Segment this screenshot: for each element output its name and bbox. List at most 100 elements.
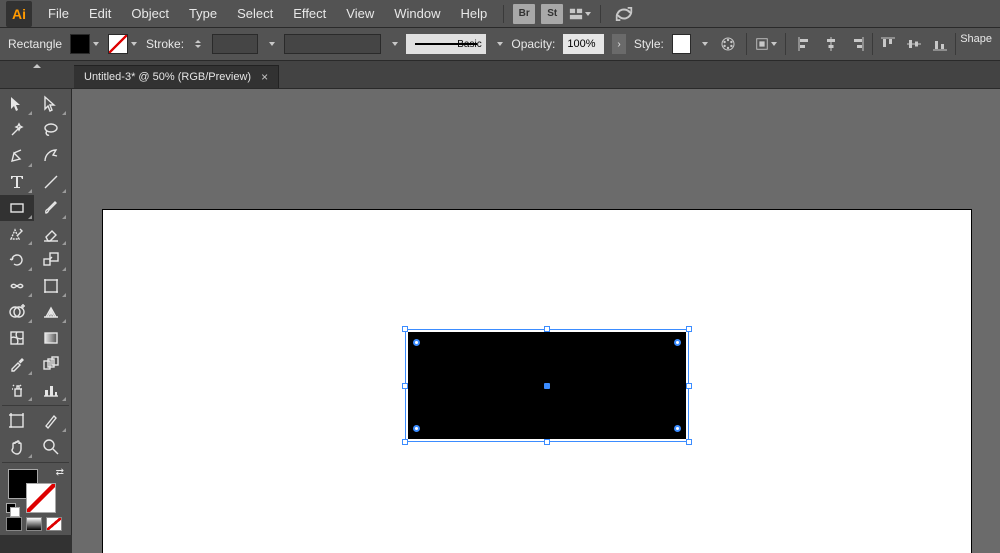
menu-file[interactable]: File xyxy=(38,0,79,28)
align-left-button[interactable] xyxy=(794,33,816,55)
resize-handle-w[interactable] xyxy=(402,383,408,389)
align-bottom-button[interactable] xyxy=(929,33,951,55)
menu-object[interactable]: Object xyxy=(121,0,179,28)
scale-tool[interactable] xyxy=(34,247,68,273)
selected-rectangle-object[interactable] xyxy=(405,329,689,442)
recolor-artwork-button[interactable] xyxy=(717,33,738,55)
divider xyxy=(2,462,69,463)
stroke-swatch[interactable] xyxy=(108,34,128,54)
corner-widget-nw[interactable] xyxy=(413,339,420,346)
rectangle-tool[interactable] xyxy=(0,195,34,221)
menu-select[interactable]: Select xyxy=(227,0,283,28)
opacity-dropdown[interactable]: › xyxy=(612,34,626,54)
brush-definition[interactable]: Basic xyxy=(406,34,485,54)
align-top-button[interactable] xyxy=(877,33,899,55)
default-fill-stroke-icon[interactable] xyxy=(6,503,18,515)
graphic-style-swatch[interactable] xyxy=(672,34,691,54)
perspective-grid-tool[interactable] xyxy=(34,299,68,325)
eraser-tool[interactable] xyxy=(34,221,68,247)
sync-settings-icon[interactable] xyxy=(613,4,635,24)
rotate-tool[interactable] xyxy=(0,247,34,273)
menu-window[interactable]: Window xyxy=(384,0,450,28)
resize-handle-s[interactable] xyxy=(544,439,550,445)
direct-selection-tool[interactable] xyxy=(34,91,68,117)
resize-handle-se[interactable] xyxy=(686,439,692,445)
selection-tool[interactable] xyxy=(0,91,34,117)
menu-edit[interactable]: Edit xyxy=(79,0,121,28)
corner-widget-se[interactable] xyxy=(674,425,681,432)
eyedropper-tool[interactable] xyxy=(0,351,34,377)
align-center-h-button[interactable] xyxy=(820,33,842,55)
gradient-tool[interactable] xyxy=(34,325,68,351)
fill-swatch[interactable] xyxy=(70,34,90,54)
menu-view[interactable]: View xyxy=(336,0,384,28)
align-right-button[interactable] xyxy=(846,33,868,55)
curvature-tool[interactable] xyxy=(34,143,68,169)
tools-panel: ⇄ xyxy=(0,89,72,535)
stroke-weight-input[interactable] xyxy=(212,34,259,54)
menu-type[interactable]: Type xyxy=(179,0,227,28)
mesh-tool[interactable] xyxy=(0,325,34,351)
adobe-stock-button[interactable]: St xyxy=(541,4,563,24)
resize-handle-nw[interactable] xyxy=(402,326,408,332)
brush-dropdown[interactable] xyxy=(494,34,504,54)
variable-width-profile[interactable] xyxy=(284,34,381,54)
stroke-weight-stepper[interactable] xyxy=(192,34,204,54)
symbol-sprayer-tool[interactable] xyxy=(0,377,34,403)
shaper-tool[interactable] xyxy=(0,221,34,247)
opacity-input[interactable]: 100% xyxy=(563,34,604,54)
swap-fill-stroke-icon[interactable]: ⇄ xyxy=(56,467,64,478)
free-transform-tool[interactable] xyxy=(34,273,68,299)
arrange-documents-button[interactable] xyxy=(569,4,591,24)
artboard-tool[interactable] xyxy=(0,408,34,434)
zoom-tool[interactable] xyxy=(34,434,68,460)
blend-tool[interactable] xyxy=(34,351,68,377)
resize-handle-e[interactable] xyxy=(686,383,692,389)
color-mode-gradient[interactable] xyxy=(26,517,42,531)
document-tab[interactable]: Untitled-3* @ 50% (RGB/Preview) × xyxy=(74,65,279,88)
shape-properties-label[interactable]: Shape xyxy=(960,33,992,55)
menu-effect[interactable]: Effect xyxy=(283,0,336,28)
canvas-pane[interactable] xyxy=(72,89,1000,553)
chevron-down-icon xyxy=(392,42,398,46)
align-buttons-group: Shape xyxy=(794,33,992,55)
resize-handle-n[interactable] xyxy=(544,326,550,332)
magic-wand-tool[interactable] xyxy=(0,117,34,143)
color-mode-solid[interactable] xyxy=(6,517,22,531)
chevron-down-icon xyxy=(269,42,275,46)
color-mode-none[interactable] xyxy=(46,517,62,531)
fill-dropdown[interactable] xyxy=(90,34,100,54)
style-dropdown[interactable] xyxy=(699,34,709,54)
control-bar: Rectangle Stroke: Basic Opacity: 100% › … xyxy=(0,28,1000,61)
resize-handle-sw[interactable] xyxy=(402,439,408,445)
variable-width-dropdown[interactable] xyxy=(389,34,399,54)
menu-help[interactable]: Help xyxy=(450,0,497,28)
resize-handle-ne[interactable] xyxy=(686,326,692,332)
type-tool[interactable] xyxy=(0,169,34,195)
bridge-button[interactable]: Br xyxy=(513,4,535,24)
column-graph-tool[interactable] xyxy=(34,377,68,403)
line-segment-tool[interactable] xyxy=(34,169,68,195)
hand-tool[interactable] xyxy=(0,434,34,460)
divider xyxy=(872,33,873,55)
paintbrush-tool[interactable] xyxy=(34,195,68,221)
lasso-tool[interactable] xyxy=(34,117,68,143)
align-center-v-button[interactable] xyxy=(903,33,925,55)
center-point[interactable] xyxy=(544,383,550,389)
stroke-dropdown[interactable] xyxy=(128,34,138,54)
stroke-color-box[interactable] xyxy=(26,483,56,513)
corner-widget-ne[interactable] xyxy=(674,339,681,346)
align-to-button[interactable] xyxy=(755,33,777,55)
app-logo: Ai xyxy=(6,1,32,27)
divider xyxy=(785,33,786,55)
shape-builder-tool[interactable] xyxy=(0,299,34,325)
fill-stroke-indicator[interactable]: ⇄ xyxy=(8,469,58,513)
pen-tool[interactable] xyxy=(0,143,34,169)
slice-tool[interactable] xyxy=(34,408,68,434)
corner-widget-sw[interactable] xyxy=(413,425,420,432)
stroke-weight-dropdown[interactable] xyxy=(266,34,276,54)
close-tab-button[interactable]: × xyxy=(261,70,268,84)
toolbar-collapse-toggle[interactable] xyxy=(0,61,74,71)
stroke-label: Stroke: xyxy=(146,37,184,51)
width-tool[interactable] xyxy=(0,273,34,299)
